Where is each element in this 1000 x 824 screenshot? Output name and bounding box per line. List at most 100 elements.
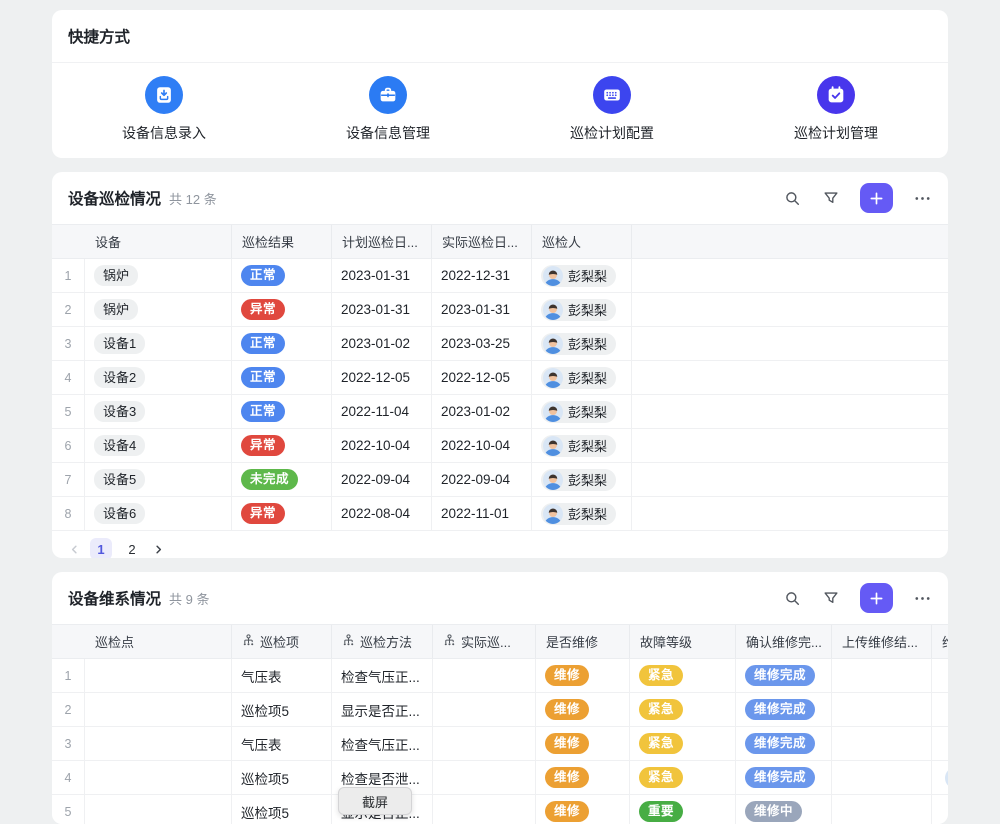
add-record-button[interactable] <box>860 183 893 213</box>
device-tag[interactable]: 锅炉 <box>94 299 138 320</box>
table-row[interactable]: 3 气压表 检查气压正... 维修 紧急 维修完成 <box>52 727 948 761</box>
device-tag[interactable]: 设备4 <box>94 435 145 456</box>
confirm-badge[interactable]: 维修完成 <box>745 665 815 686</box>
inspector-tag[interactable]: 彭梨梨 <box>541 469 616 491</box>
column-header-clipped[interactable]: 维 <box>932 625 948 658</box>
table-row[interactable]: 6 设备4 异常 2022-10-04 2022-10-04 彭梨梨 <box>52 429 948 463</box>
device-tag[interactable]: 设备6 <box>94 503 145 524</box>
page-button-1[interactable]: 1 <box>90 538 112 558</box>
status-badge[interactable]: 未完成 <box>241 469 298 490</box>
shortcut-label: 巡检计划配置 <box>570 123 654 143</box>
inspector-tag[interactable]: 彭梨梨 <box>541 265 616 287</box>
shortcut-device-entry[interactable]: 设备信息录入 <box>52 76 276 143</box>
calendar-check-icon <box>817 76 855 114</box>
level-badge[interactable]: 紧急 <box>639 767 683 788</box>
table-row[interactable]: 3 设备1 正常 2023-01-02 2023-03-25 彭梨梨 <box>52 327 948 361</box>
repair-badge[interactable]: 维修 <box>545 767 589 788</box>
device-tag[interactable]: 设备3 <box>94 401 145 422</box>
column-header-level[interactable]: 故障等级 <box>630 625 736 658</box>
filter-icon[interactable] <box>822 589 840 607</box>
page-button-2[interactable]: 2 <box>121 538 143 558</box>
column-header-actual[interactable]: 实际巡... <box>433 625 536 658</box>
shortcut-plan-config[interactable]: 巡检计划配置 <box>500 76 724 143</box>
table-row[interactable]: 2 巡检项5 显示是否正... 维修 紧急 维修完成 <box>52 693 948 727</box>
table-row[interactable]: 4 设备2 正常 2022-12-05 2022-12-05 彭梨梨 <box>52 361 948 395</box>
column-header-repair[interactable]: 是否维修 <box>536 625 630 658</box>
avatar <box>543 266 563 286</box>
repair-badge[interactable]: 维修 <box>545 733 589 754</box>
actual-date: 2023-01-31 <box>432 293 532 326</box>
inspector-tag[interactable]: 彭梨梨 <box>541 401 616 423</box>
status-badge[interactable]: 正常 <box>241 333 285 354</box>
table-row[interactable]: 1 气压表 检查气压正... 维修 紧急 维修完成 <box>52 659 948 693</box>
filter-icon[interactable] <box>822 189 840 207</box>
add-record-button[interactable] <box>860 583 893 613</box>
shortcut-label: 设备信息录入 <box>122 123 206 143</box>
inspector-tag[interactable]: 彭梨梨 <box>541 333 616 355</box>
column-header-actual-date[interactable]: 实际巡检日... <box>432 225 532 258</box>
column-header-item[interactable]: 巡检项 <box>232 625 332 658</box>
column-header-result[interactable]: 巡检结果 <box>232 225 332 258</box>
table-row[interactable]: 7 设备5 未完成 2022-09-04 2022-09-04 彭梨梨 <box>52 463 948 497</box>
table-row[interactable]: 8 设备6 异常 2022-08-04 2022-11-01 彭梨梨 <box>52 497 948 531</box>
actual-cell <box>433 795 536 824</box>
confirm-badge[interactable]: 维修中 <box>745 801 802 822</box>
search-icon[interactable] <box>783 189 802 208</box>
level-badge[interactable]: 紧急 <box>639 665 683 686</box>
next-page-icon[interactable] <box>152 543 165 556</box>
device-tag[interactable]: 设备2 <box>94 367 145 388</box>
avatar <box>543 368 563 388</box>
device-tag[interactable]: 设备5 <box>94 469 145 490</box>
inspector-tag[interactable]: 彭梨梨 <box>541 299 616 321</box>
column-header-confirm[interactable]: 确认维修完... <box>736 625 832 658</box>
table-row[interactable]: 5 设备3 正常 2022-11-04 2023-01-02 彭梨梨 <box>52 395 948 429</box>
column-header-upload[interactable]: 上传维修结... <box>832 625 932 658</box>
repair-badge[interactable]: 维修 <box>545 801 589 822</box>
upload-cell <box>832 727 932 760</box>
row-number: 4 <box>52 361 85 394</box>
table-row[interactable]: 4 巡检项5 检查是否泄... 维修 紧急 维修完成 <box>52 761 948 795</box>
column-header-method[interactable]: 巡检方法 <box>332 625 433 658</box>
planned-date: 2022-09-04 <box>332 463 432 496</box>
shortcuts-row: 设备信息录入 设备信息管理 <box>52 63 948 155</box>
confirm-badge[interactable]: 维修完成 <box>745 733 815 754</box>
status-badge[interactable]: 正常 <box>241 265 285 286</box>
status-badge[interactable]: 异常 <box>241 299 285 320</box>
table-row[interactable]: 2 锅炉 异常 2023-01-31 2023-01-31 彭梨梨 <box>52 293 948 327</box>
column-header-inspector[interactable]: 巡检人 <box>532 225 632 258</box>
level-badge[interactable]: 重要 <box>639 801 683 822</box>
repair-badge[interactable]: 维修 <box>545 699 589 720</box>
repair-badge[interactable]: 维修 <box>545 665 589 686</box>
level-badge[interactable]: 紧急 <box>639 699 683 720</box>
column-header-point[interactable]: 巡检点 <box>85 625 232 658</box>
row-number-header <box>52 225 85 258</box>
inspection-card: 设备巡检情况 共 12 条 设备 巡检结果 计划巡检日... 实际巡检日... … <box>52 172 948 558</box>
search-icon[interactable] <box>783 589 802 608</box>
shortcut-device-manage[interactable]: 设备信息管理 <box>276 76 500 143</box>
table-row[interactable]: 5 巡检项5 显示是否正... 维修 重要 维修中 <box>52 795 948 824</box>
planned-date: 2022-08-04 <box>332 497 432 530</box>
inspector-tag[interactable]: 彭梨梨 <box>541 367 616 389</box>
row-number: 2 <box>52 293 85 326</box>
column-header-device[interactable]: 设备 <box>85 225 232 258</box>
table-row[interactable]: 1 锅炉 正常 2023-01-31 2022-12-31 彭梨梨 <box>52 259 948 293</box>
status-badge[interactable]: 正常 <box>241 367 285 388</box>
upload-cell <box>832 761 932 794</box>
confirm-badge[interactable]: 维修完成 <box>745 699 815 720</box>
more-options-button[interactable] <box>913 589 932 608</box>
confirm-badge[interactable]: 维修完成 <box>745 767 815 788</box>
level-badge[interactable]: 紧急 <box>639 733 683 754</box>
status-badge[interactable]: 异常 <box>241 503 285 524</box>
device-tag[interactable]: 锅炉 <box>94 265 138 286</box>
status-badge[interactable]: 异常 <box>241 435 285 456</box>
inspector-tag[interactable]: 彭梨梨 <box>541 435 616 457</box>
item-cell: 巡检项5 <box>232 761 332 794</box>
shortcut-plan-manage[interactable]: 巡检计划管理 <box>724 76 948 143</box>
column-header-planned-date[interactable]: 计划巡检日... <box>332 225 432 258</box>
more-options-button[interactable] <box>913 189 932 208</box>
prev-page-icon[interactable] <box>68 543 81 556</box>
inspector-tag[interactable]: 彭梨梨 <box>541 503 616 525</box>
row-number: 4 <box>52 761 85 794</box>
device-tag[interactable]: 设备1 <box>94 333 145 354</box>
status-badge[interactable]: 正常 <box>241 401 285 422</box>
